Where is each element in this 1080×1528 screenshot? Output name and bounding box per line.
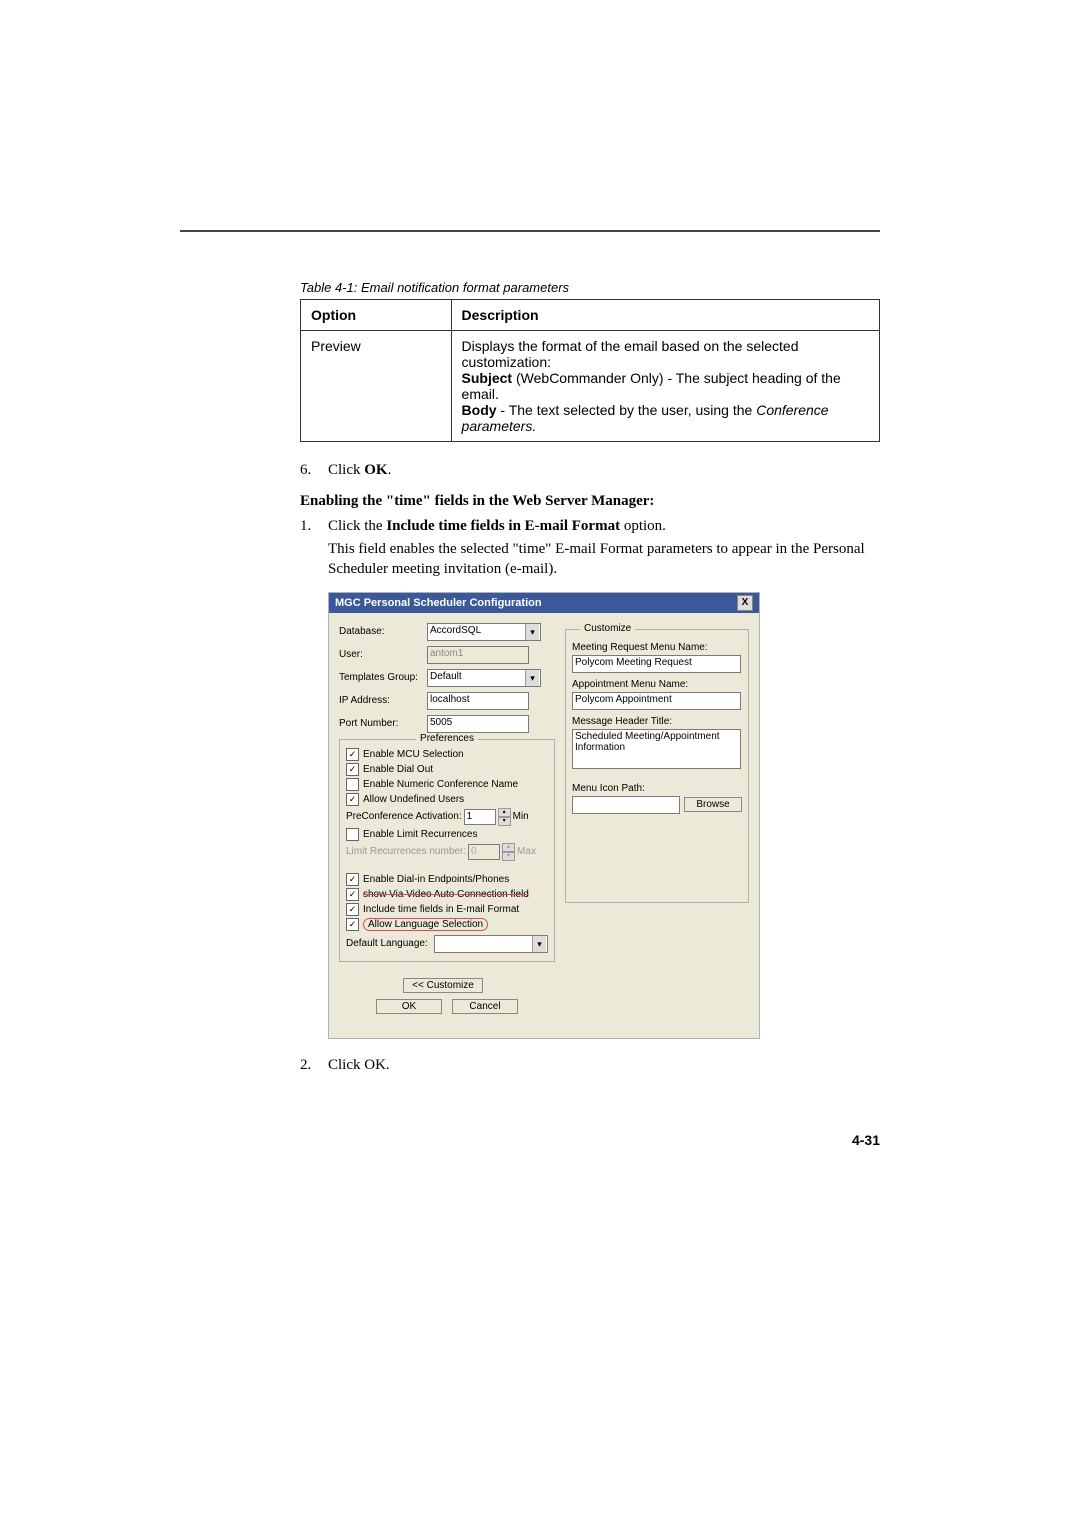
checkbox-allow-lang[interactable] <box>346 918 359 931</box>
label-ip-address: IP Address: <box>339 695 427 706</box>
page-number: 4-31 <box>300 1132 880 1148</box>
step2-text: Click OK. <box>328 1057 390 1073</box>
dialog-screenshot: MGC Personal Scheduler Configuration X D… <box>328 592 760 1039</box>
port-number-field[interactable]: 5005 <box>427 715 529 733</box>
label-port-number: Port Number: <box>339 718 427 729</box>
close-icon[interactable]: X <box>737 595 753 611</box>
label-limit: Limit Recurrences number: <box>346 846 466 857</box>
label-preconf: PreConference Activation: <box>346 811 462 822</box>
desc-line1: Displays the format of the email based o… <box>462 338 869 370</box>
mip-field[interactable] <box>572 796 680 814</box>
label-enable-numeric: Enable Numeric Conference Name <box>363 779 518 790</box>
label-include-time: Include time fields in E-mail Format <box>363 904 519 915</box>
options-table: Option Description Preview Displays the … <box>300 299 880 442</box>
label-amn: Appointment Menu Name: <box>572 679 742 690</box>
label-default-lang: Default Language: <box>346 938 434 949</box>
step-2: 2.Click OK. <box>300 1057 880 1074</box>
checkbox-allow-undefined[interactable] <box>346 793 359 806</box>
label-enable-limit: Enable Limit Recurrences <box>363 829 478 840</box>
database-select[interactable]: AccordSQL <box>427 623 541 641</box>
subheading: Enabling the "time" fields in the Web Se… <box>300 493 880 510</box>
cancel-button[interactable]: Cancel <box>452 999 518 1014</box>
cell-description: Displays the format of the email based o… <box>451 331 879 442</box>
checkbox-show-via-video[interactable] <box>346 888 359 901</box>
customize-legend: Customize <box>580 623 635 634</box>
preferences-fieldset: Preferences Enable MCU Selection Enable … <box>339 739 555 962</box>
step-1-num: 1. <box>300 518 328 535</box>
checkbox-enable-numeric[interactable] <box>346 778 359 791</box>
chevron-up-icon: ▴ <box>502 843 515 852</box>
step-1: 1.Click the Include time fields in E-mai… <box>300 518 880 535</box>
rule-top <box>180 230 880 232</box>
chevron-down-icon: ▾ <box>502 852 515 861</box>
table-caption: Table 4-1: Email notification format par… <box>300 280 880 295</box>
th-option: Option <box>301 300 452 331</box>
preconf-stepper[interactable]: ▴▾ <box>498 808 511 826</box>
step6-a: Click <box>328 462 364 478</box>
desc-subject-bold: Subject <box>462 370 513 386</box>
step-6: 6.Click OK. <box>300 462 880 479</box>
checkbox-include-time[interactable] <box>346 903 359 916</box>
templates-group-select[interactable]: Default <box>427 669 541 687</box>
checkbox-enable-dialout[interactable] <box>346 763 359 776</box>
preferences-legend: Preferences <box>416 733 478 744</box>
checkbox-enable-limit[interactable] <box>346 828 359 841</box>
label-allow-lang: Allow Language Selection <box>363 918 488 931</box>
amn-field[interactable]: Polycom Appointment <box>572 692 741 710</box>
customize-button[interactable]: << Customize <box>403 978 483 993</box>
limit-value: 0 <box>468 844 500 860</box>
label-limit-max: Max <box>517 846 536 857</box>
step6-ok: OK <box>364 462 387 478</box>
desc-subject-rest: (WebCommander Only) - The subject headin… <box>462 370 841 402</box>
ok-button[interactable]: OK <box>376 999 442 1014</box>
checkbox-enable-dialin[interactable] <box>346 873 359 886</box>
dialog-title: MGC Personal Scheduler Configuration <box>335 597 542 609</box>
mrm-field[interactable]: Polycom Meeting Request <box>572 655 741 673</box>
chevron-up-icon: ▴ <box>498 808 511 817</box>
step-2-num: 2. <box>300 1057 328 1074</box>
chevron-down-icon: ▾ <box>498 817 511 826</box>
table-row: Preview Displays the format of the email… <box>301 331 880 442</box>
ip-address-field[interactable]: localhost <box>427 692 529 710</box>
label-allow-undefined: Allow Undefined Users <box>363 794 464 805</box>
label-database: Database: <box>339 626 427 637</box>
step-6-num: 6. <box>300 462 328 479</box>
mht-field[interactable]: Scheduled Meeting/Appointment Informatio… <box>572 729 741 769</box>
step-1-body: This field enables the selected "time" E… <box>328 539 880 580</box>
default-lang-select[interactable] <box>434 935 548 953</box>
label-show-via-video: show Via Video Auto Connection field <box>363 889 529 900</box>
table-header-row: Option Description <box>301 300 880 331</box>
preconf-value[interactable]: 1 <box>464 809 496 825</box>
th-description: Description <box>451 300 879 331</box>
label-preconf-min: Min <box>513 811 529 822</box>
step1-b: option. <box>620 518 666 534</box>
user-field: antom1 <box>427 646 529 664</box>
label-enable-dialin: Enable Dial-in Endpoints/Phones <box>363 874 509 885</box>
label-mht: Message Header Title: <box>572 716 742 727</box>
cell-option: Preview <box>301 331 452 442</box>
label-mrm: Meeting Request Menu Name: <box>572 642 742 653</box>
desc-body-bold: Body <box>462 402 497 418</box>
label-templates-group: Templates Group: <box>339 672 427 683</box>
desc-body-rest: - The text selected by the user, using t… <box>497 402 757 418</box>
step1-a: Click the <box>328 518 386 534</box>
step1-bold: Include time fields in E-mail Format <box>386 518 620 534</box>
dialog-titlebar: MGC Personal Scheduler Configuration X <box>329 593 759 613</box>
browse-button[interactable]: Browse <box>684 797 742 812</box>
label-user: User: <box>339 649 427 660</box>
label-enable-dialout: Enable Dial Out <box>363 764 433 775</box>
label-enable-mcu: Enable MCU Selection <box>363 749 464 760</box>
checkbox-enable-mcu[interactable] <box>346 748 359 761</box>
step6-b: . <box>388 462 392 478</box>
label-mip: Menu Icon Path: <box>572 783 742 794</box>
desc-subject: Subject (WebCommander Only) - The subjec… <box>462 370 869 402</box>
limit-stepper: ▴▾ <box>502 843 515 861</box>
customize-fieldset: Customize Meeting Request Menu Name: Pol… <box>565 629 749 903</box>
desc-body: Body - The text selected by the user, us… <box>462 402 869 434</box>
